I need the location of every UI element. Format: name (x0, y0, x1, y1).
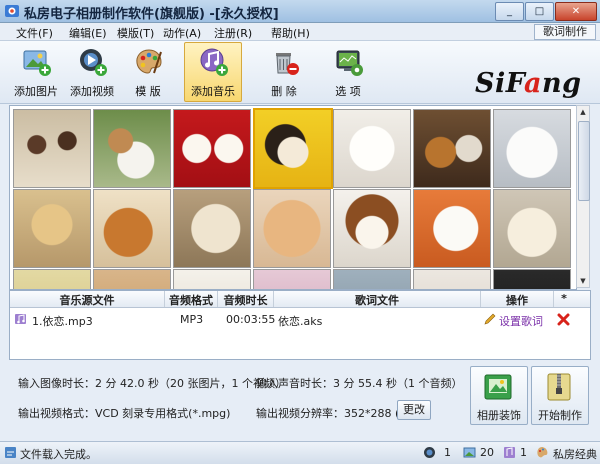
scroll-up-arrow[interactable]: ▲ (577, 106, 589, 118)
image-thumb-selected[interactable] (253, 108, 333, 189)
theme-name: 私房经典 (553, 448, 597, 461)
image-grid[interactable] (9, 105, 577, 290)
window-controls: _ □ ✕ (494, 2, 597, 21)
grid-scrollbar[interactable]: ▲ ▼ (576, 105, 590, 288)
add-music-button[interactable]: 添加音乐 (184, 42, 242, 102)
table-row[interactable]: 1.依恋.mp3 MP3 00:03:55 依恋.aks 设置歌词 (10, 311, 590, 329)
scroll-down-arrow[interactable]: ▼ (577, 275, 589, 287)
menu-help[interactable]: 帮助(H) (271, 25, 310, 41)
music-file-icon (15, 314, 26, 324)
image-thumb[interactable] (93, 189, 171, 268)
sound-duration-text: 输入声音时长：3 分 55.4 秒（1 个音频） (256, 377, 463, 390)
window-title: 私房电子相册制作软件(旗舰版) -[永久授权] (24, 7, 279, 22)
image-thumb[interactable] (493, 189, 571, 268)
image-thumb[interactable] (173, 189, 251, 268)
options-icon (336, 50, 363, 76)
status-bar: 文件载入完成。 1 20 1 私房经典 (0, 441, 600, 464)
image-thumb[interactable] (253, 269, 331, 289)
image-count: 20 (480, 446, 494, 459)
video-count-icon (424, 447, 435, 458)
image-thumb[interactable] (413, 109, 491, 188)
image-thumb[interactable] (13, 109, 91, 188)
options-label: 选 项 (335, 85, 361, 98)
image-duration-text: 输入图像时长：2 分 42.0 秒（20 张图片，1 个视频） (18, 377, 286, 390)
col-star[interactable]: * (554, 292, 574, 305)
album-decor-icon (484, 374, 512, 400)
options-button[interactable]: 选 项 (320, 43, 376, 101)
scroll-thumb[interactable] (578, 121, 590, 201)
start-make-label: 开始制作 (538, 409, 582, 422)
music-table: 音乐源文件 音频格式 音频时长 歌词文件 操作 * 1.依恋.mp3 MP3 0… (9, 290, 591, 360)
change-button[interactable]: 更改 (397, 400, 431, 420)
image-thumb[interactable] (13, 189, 91, 268)
template-label: 模 版 (135, 85, 161, 98)
add-video-button[interactable]: 添加视频 (64, 43, 120, 101)
video-format-text: 输出视频格式：VCD 刻录专用格式(*.mpg) (18, 407, 231, 420)
add-image-button[interactable]: 添加图片 (8, 43, 64, 101)
image-thumb[interactable] (493, 109, 571, 188)
image-thumb[interactable] (173, 269, 251, 289)
pencil-icon (484, 313, 496, 325)
music-file-name: 1.依恋.mp3 (32, 315, 93, 328)
audio-count-icon (504, 447, 515, 458)
add-music-label: 添加音乐 (191, 85, 235, 98)
sifang-logo: SiFang (475, 68, 582, 99)
col-music-file[interactable]: 音乐源文件 (10, 292, 164, 308)
menu-bar: 文件(F) 编辑(E) 模版(T) 动作(A) 注册(R) 帮助(H) 歌词制作 (0, 23, 600, 41)
album-decor-button[interactable]: 相册装饰 (470, 366, 528, 425)
image-thumb[interactable] (333, 269, 411, 289)
col-operation[interactable]: 操作 (481, 292, 553, 308)
set-lyric-link[interactable]: 设置歌词 (499, 313, 543, 329)
menu-action[interactable]: 动作(A) (163, 25, 201, 41)
add-image-icon (23, 50, 51, 76)
col-audio-format[interactable]: 音频格式 (165, 292, 217, 308)
menu-edit[interactable]: 编辑(E) (69, 25, 107, 41)
image-thumb[interactable] (253, 189, 331, 268)
add-image-label: 添加图片 (14, 85, 58, 98)
image-thumb[interactable] (93, 109, 171, 188)
add-video-label: 添加视频 (70, 85, 114, 98)
music-duration: 00:03:55 (226, 313, 276, 326)
image-thumb[interactable] (13, 269, 91, 289)
close-button[interactable]: ✕ (555, 2, 597, 21)
add-video-icon (80, 49, 107, 76)
theme-icon (537, 447, 548, 458)
audio-count: 1 (520, 446, 527, 459)
status-icon (5, 447, 16, 458)
minimize-button[interactable]: _ (495, 2, 524, 21)
image-thumb[interactable] (333, 109, 411, 188)
menu-file[interactable]: 文件(F) (16, 25, 53, 41)
lyric-make-button[interactable]: 歌词制作 (534, 24, 596, 40)
image-thumb[interactable] (333, 189, 411, 268)
image-thumb[interactable] (173, 109, 251, 188)
maximize-button[interactable]: □ (525, 2, 554, 21)
music-table-header: 音乐源文件 音频格式 音频时长 歌词文件 操作 * (10, 291, 590, 308)
menu-template[interactable]: 模版(T) (117, 25, 154, 41)
app-icon (5, 5, 19, 17)
col-lyric-file[interactable]: 歌词文件 (274, 292, 480, 308)
image-thumb[interactable] (413, 189, 491, 268)
image-thumb[interactable] (493, 269, 571, 289)
trash-icon (276, 53, 299, 75)
image-count-icon (463, 447, 476, 458)
col-audio-duration[interactable]: 音频时长 (218, 292, 273, 308)
delete-label: 删 除 (271, 85, 297, 98)
album-decor-label: 相册装饰 (477, 409, 521, 422)
palette-icon (136, 49, 162, 74)
music-format: MP3 (180, 313, 204, 326)
menu-register[interactable]: 注册(R) (214, 25, 252, 41)
template-button[interactable]: 模 版 (120, 43, 176, 101)
video-count: 1 (444, 446, 451, 459)
image-thumb[interactable] (413, 269, 491, 289)
title-bar: 私房电子相册制作软件(旗舰版) -[永久授权] _ □ ✕ (0, 0, 600, 23)
start-make-button[interactable]: 开始制作 (531, 366, 589, 425)
image-thumb[interactable] (93, 269, 171, 289)
archive-icon (547, 373, 571, 401)
add-music-icon (200, 48, 228, 76)
lyric-file-name: 依恋.aks (278, 315, 323, 328)
delete-row-icon[interactable] (557, 313, 570, 326)
delete-button[interactable]: 删 除 (256, 43, 312, 101)
status-message: 文件载入完成。 (20, 448, 97, 461)
